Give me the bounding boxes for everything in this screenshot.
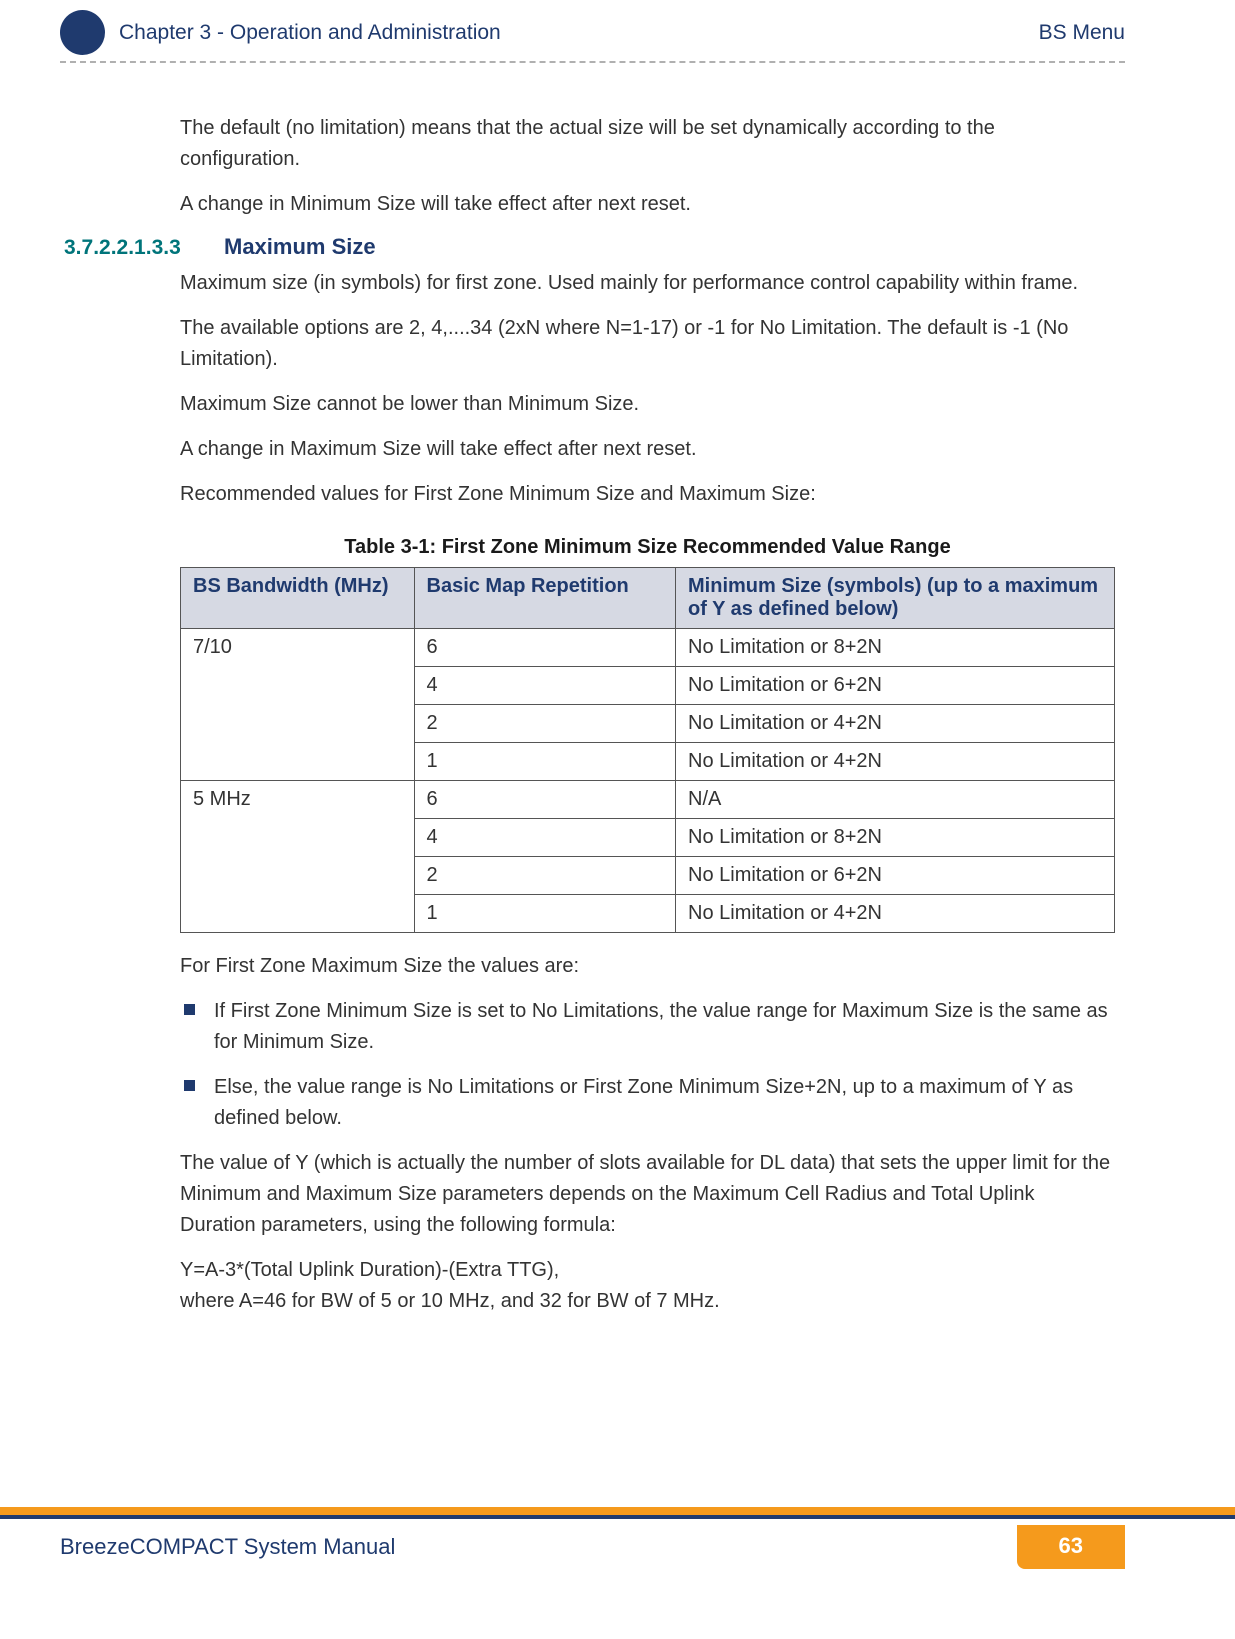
cell-rep: 2	[414, 857, 676, 895]
table-header-bw: BS Bandwidth (MHz)	[181, 568, 415, 629]
chapter-dot-icon	[60, 10, 105, 55]
page-number-badge: 63	[1017, 1525, 1125, 1569]
cell-min: No Limitation or 6+2N	[676, 667, 1115, 705]
section-heading-row: 3.7.2.2.1.3.3 Maximum Size	[60, 234, 1115, 260]
after-paragraph-1: For First Zone Maximum Size the values a…	[180, 951, 1115, 982]
section-paragraph-4: A change in Maximum Size will take effec…	[180, 434, 1115, 465]
cell-rep: 2	[414, 705, 676, 743]
section-paragraph-2: The available options are 2, 4,....34 (2…	[180, 313, 1115, 375]
formula-line-2: where A=46 for BW of 5 or 10 MHz, and 32…	[180, 1290, 720, 1312]
after-paragraph-2: The value of Y (which is actually the nu…	[180, 1148, 1115, 1241]
cell-rep: 4	[414, 819, 676, 857]
footer-orange-bar	[0, 1507, 1235, 1515]
intro-paragraph-1: The default (no limitation) means that t…	[180, 113, 1115, 175]
section-number: 3.7.2.2.1.3.3	[60, 236, 224, 260]
section-paragraph-3: Maximum Size cannot be lower than Minimu…	[180, 389, 1115, 420]
chapter-title: Chapter 3 - Operation and Administration	[119, 21, 501, 45]
table-caption: Table 3-1: First Zone Minimum Size Recom…	[180, 536, 1115, 559]
footer-title: BreezeCOMPACT System Manual	[60, 1534, 395, 1560]
cell-rep: 6	[414, 781, 676, 819]
cell-min: N/A	[676, 781, 1115, 819]
cell-rep: 1	[414, 743, 676, 781]
list-item: If First Zone Minimum Size is set to No …	[180, 996, 1115, 1058]
table-row: 5 MHz 6 N/A	[181, 781, 1115, 819]
cell-min: No Limitation or 6+2N	[676, 857, 1115, 895]
intro-paragraph-2: A change in Minimum Size will take effec…	[180, 189, 1115, 220]
bullet-list: If First Zone Minimum Size is set to No …	[180, 996, 1115, 1134]
cell-rep: 4	[414, 667, 676, 705]
formula-line-1: Y=A-3*(Total Uplink Duration)-(Extra TTG…	[180, 1259, 559, 1281]
list-item: Else, the value range is No Limitations …	[180, 1072, 1115, 1134]
cell-rep: 1	[414, 895, 676, 933]
section-title: Maximum Size	[224, 234, 376, 260]
section-paragraph-5: Recommended values for First Zone Minimu…	[180, 479, 1115, 510]
cell-min: No Limitation or 4+2N	[676, 895, 1115, 933]
cell-bw-5mhz: 5 MHz	[181, 781, 415, 933]
table-header-row: BS Bandwidth (MHz) Basic Map Repetition …	[181, 568, 1115, 629]
cell-min: No Limitation or 8+2N	[676, 629, 1115, 667]
table-row: 7/10 6 No Limitation or 8+2N	[181, 629, 1115, 667]
cell-min: No Limitation or 4+2N	[676, 743, 1115, 781]
cell-min: No Limitation or 4+2N	[676, 705, 1115, 743]
recommended-values-table: BS Bandwidth (MHz) Basic Map Repetition …	[180, 567, 1115, 933]
table-header-rep: Basic Map Repetition	[414, 568, 676, 629]
after-paragraph-3: Y=A-3*(Total Uplink Duration)-(Extra TTG…	[180, 1255, 1115, 1317]
page-header: Chapter 3 - Operation and Administration…	[60, 10, 1125, 63]
cell-bw-7-10: 7/10	[181, 629, 415, 781]
menu-title: BS Menu	[1039, 21, 1125, 45]
section-paragraph-1: Maximum size (in symbols) for first zone…	[180, 268, 1115, 299]
table-header-min: Minimum Size (symbols) (up to a maximum …	[676, 568, 1115, 629]
page-footer: BreezeCOMPACT System Manual 63	[0, 1507, 1235, 1569]
cell-rep: 6	[414, 629, 676, 667]
cell-min: No Limitation or 8+2N	[676, 819, 1115, 857]
